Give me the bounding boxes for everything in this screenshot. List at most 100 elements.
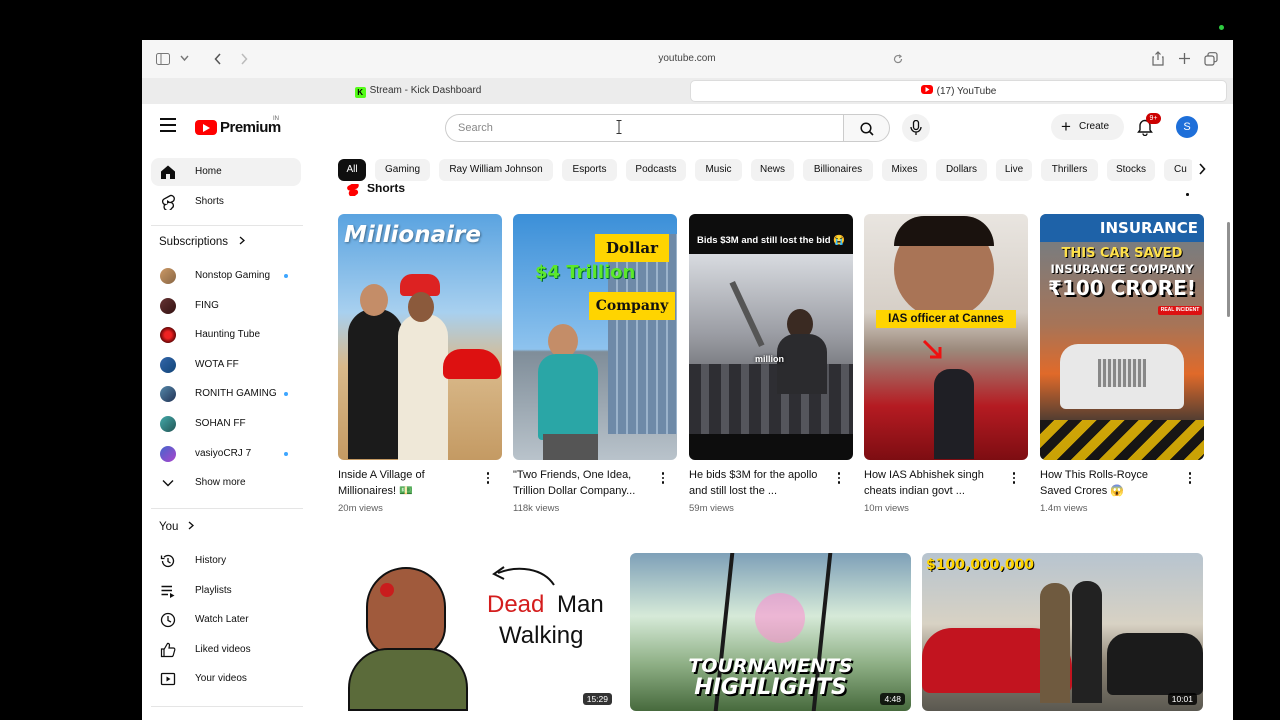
new-tab-icon[interactable] — [1179, 53, 1190, 64]
sidebar-item-label: RONITH GAMING — [195, 388, 277, 399]
chips-next-button[interactable] — [1192, 159, 1212, 181]
sidebar-item-label: History — [195, 555, 227, 566]
sidebar-subscription-sohan-ff[interactable]: SOHAN FF — [151, 410, 301, 438]
chip-billionaires[interactable]: Billionaires — [803, 159, 873, 181]
thumb-label: Dollar — [605, 239, 659, 257]
chip-ray-william-johnson[interactable]: Ray William Johnson — [439, 159, 553, 181]
short-title[interactable]: "Two Friends, One Idea, Trillion Dollar … — [513, 467, 651, 499]
sidebar-subscription-wota-ff[interactable]: WOTA FF — [151, 351, 301, 379]
short-thumbnail-text: THIS CAR SAVED — [1061, 246, 1183, 261]
chip-mixes[interactable]: Mixes — [882, 159, 927, 181]
short-thumbnail[interactable]: Millionaire — [338, 214, 502, 460]
shorts-more-kebab[interactable] — [1186, 190, 1190, 196]
chip-podcasts[interactable]: Podcasts — [626, 159, 686, 181]
chip-esports[interactable]: Esports — [562, 159, 617, 181]
chip-thrillers[interactable]: Thrillers — [1041, 159, 1098, 181]
chip-dollars[interactable]: Dollars — [936, 159, 987, 181]
plus-icon: + — [1061, 117, 1071, 136]
sidebar-subscription-ronith-gaming[interactable]: RONITH GAMING — [151, 380, 301, 408]
short-title[interactable]: He bids $3M for the apollo and still los… — [689, 467, 827, 499]
short-card[interactable]: IAS officer at Cannes How IAS Abhishek s… — [864, 214, 1028, 514]
forward-icon[interactable] — [240, 53, 248, 65]
sidebar-item-playlists[interactable]: Playlists — [151, 577, 301, 605]
sidebar-toggle-icon[interactable] — [156, 53, 170, 65]
home-icon — [161, 165, 175, 179]
short-thumbnail[interactable]: IAS officer at Cannes — [864, 214, 1028, 460]
video-thumbnail[interactable]: TOURNAMENTS HIGHLIGHTS 4:48 — [630, 553, 911, 711]
youtube-favicon-icon — [920, 85, 933, 94]
search-button[interactable] — [843, 114, 890, 142]
text-cursor-icon — [616, 120, 622, 134]
short-thumbnail-text: Company — [589, 292, 675, 320]
video-duration: 10:01 — [1167, 693, 1197, 705]
youtube-play-icon — [195, 120, 217, 135]
sidebar-subscription-haunting-tube[interactable]: Haunting Tube — [151, 321, 301, 349]
sidebar-item-history[interactable]: History — [151, 547, 301, 575]
short-thumbnail[interactable]: Bids $3M and still lost the bid 😭 millio… — [689, 214, 853, 460]
more-actions-icon[interactable] — [486, 472, 490, 486]
voice-search-button[interactable] — [902, 114, 930, 142]
short-card[interactable]: Bids $3M and still lost the bid 😭 millio… — [689, 214, 853, 514]
chip-live[interactable]: Live — [996, 159, 1032, 181]
tab-kick-dashboard[interactable]: K Stream - Kick Dashboard — [148, 80, 688, 102]
sidebar-subscription-vasiyocrj7[interactable]: vasiyoCRJ 7 — [151, 440, 301, 468]
short-card[interactable]: INSURANCE THIS CAR SAVED INSURANCE COMPA… — [1040, 214, 1204, 514]
video-thumbnail[interactable]: $100,000,000 10:01 — [922, 553, 1203, 711]
chip-all[interactable]: All — [338, 159, 366, 181]
more-actions-icon[interactable] — [837, 472, 841, 486]
new-content-dot — [284, 392, 288, 396]
share-icon[interactable] — [1152, 51, 1164, 66]
history-icon — [160, 554, 175, 568]
short-title[interactable]: How This Rolls-Royce Saved Crores 😱 — [1040, 467, 1178, 499]
sidebar-item-home[interactable]: Home — [151, 158, 301, 186]
tab-youtube[interactable]: (17) YouTube — [690, 80, 1227, 102]
sidebar: Home Shorts Subscriptions Nonstop Gaming… — [142, 152, 312, 720]
more-actions-icon[interactable] — [661, 472, 665, 486]
chip-news[interactable]: News — [751, 159, 794, 181]
short-title[interactable]: How IAS Abhishek singh cheats indian gov… — [864, 467, 1002, 499]
short-title[interactable]: Inside A Village of Millionaires! 💵 — [338, 467, 476, 499]
you-heading[interactable]: You — [159, 521, 194, 533]
video-thumbnail[interactable]: Dead Man Walking 15:29 — [338, 553, 618, 711]
chevron-right-icon — [188, 521, 194, 530]
sidebar-item-your-videos[interactable]: Your videos — [151, 665, 301, 693]
show-more-button[interactable]: Show more — [151, 469, 301, 497]
account-avatar[interactable]: S — [1176, 116, 1198, 138]
sidebar-item-label: Watch Later — [195, 614, 249, 625]
more-actions-icon[interactable] — [1188, 472, 1192, 486]
reload-icon[interactable] — [893, 54, 903, 64]
tab-label: Stream - Kick Dashboard — [369, 85, 482, 96]
microphone-icon — [910, 120, 922, 135]
channel-avatar — [160, 327, 176, 343]
chip-music[interactable]: Music — [695, 159, 742, 181]
create-button[interactable]: + Create — [1051, 114, 1124, 140]
sidebar-subscription-fing[interactable]: FING — [151, 292, 301, 320]
show-more-label: Show more — [195, 477, 246, 488]
new-content-dot — [284, 274, 288, 278]
chip-gaming[interactable]: Gaming — [375, 159, 430, 181]
chevron-down-icon[interactable] — [180, 55, 189, 62]
short-card[interactable]: Millionaire Inside A Village of Milliona… — [338, 214, 502, 514]
video-thumbnail-text: Dead — [487, 591, 545, 618]
chip-stocks[interactable]: Stocks — [1107, 159, 1155, 181]
shorts-heading: Shorts — [346, 184, 466, 196]
back-icon[interactable] — [214, 53, 222, 65]
more-actions-icon[interactable] — [1012, 472, 1016, 486]
address-bar[interactable]: youtube.com — [467, 48, 907, 70]
short-thumbnail[interactable]: Dollar $4 Trillion Company — [513, 214, 677, 460]
sidebar-item-liked-videos[interactable]: Liked videos — [151, 636, 301, 664]
chip-partial[interactable]: Cu — [1164, 159, 1194, 181]
sidebar-item-watch-later[interactable]: Watch Later — [151, 606, 301, 634]
sidebar-subscription-nonstop-gaming[interactable]: Nonstop Gaming — [151, 262, 301, 290]
short-card[interactable]: Dollar $4 Trillion Company "Two Friends,… — [513, 214, 677, 514]
short-thumbnail-text: million — [755, 354, 784, 364]
tab-overview-icon[interactable] — [1204, 52, 1218, 66]
short-thumbnail[interactable]: INSURANCE THIS CAR SAVED INSURANCE COMPA… — [1040, 214, 1204, 460]
page-scrollbar-thumb[interactable] — [1227, 222, 1230, 317]
video-thumbnail-text: HIGHLIGHTS — [694, 675, 847, 700]
subscriptions-heading[interactable]: Subscriptions — [159, 236, 246, 248]
hamburger-menu-icon[interactable] — [160, 118, 176, 132]
shorts-heading-label: Shorts — [367, 184, 406, 195]
sidebar-item-shorts[interactable]: Shorts — [151, 188, 301, 216]
search-input[interactable]: Search — [445, 114, 844, 142]
